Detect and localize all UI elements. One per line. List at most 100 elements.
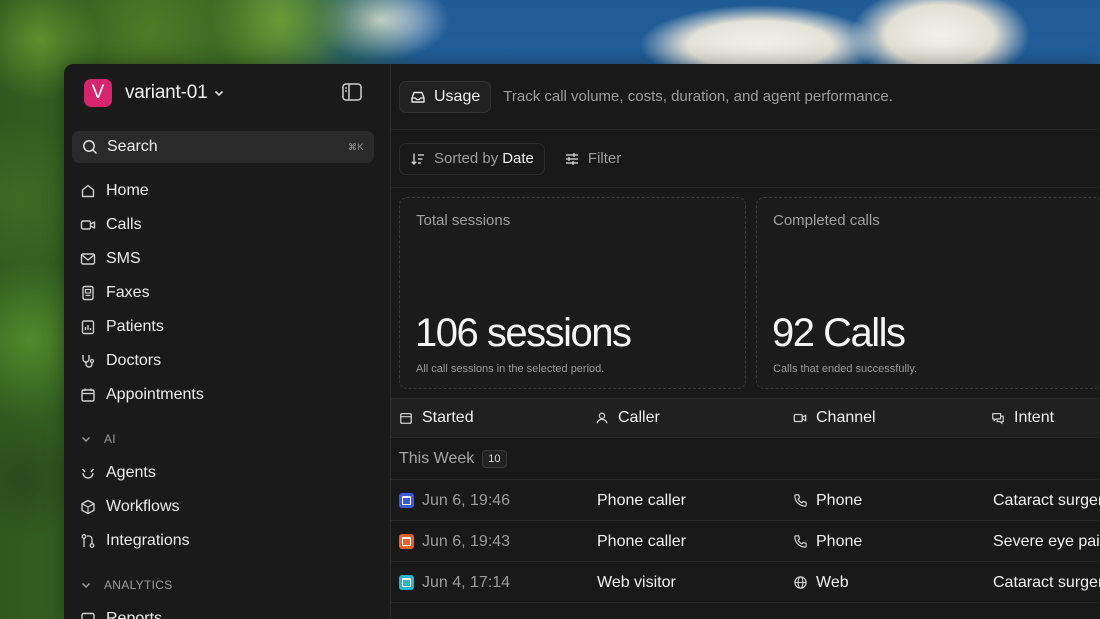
section-title: AI — [104, 432, 116, 446]
card-title: Completed calls — [773, 212, 880, 229]
card-subtitle: Calls that ended successfully. — [773, 363, 918, 375]
sidebar-item-label: Home — [106, 182, 149, 199]
column-label: Started — [422, 409, 474, 426]
phone-icon — [794, 494, 807, 507]
integration-icon — [81, 534, 95, 548]
usage-tab-label: Usage — [434, 87, 481, 105]
column-channel[interactable]: Channel — [793, 409, 876, 427]
sort-button[interactable]: Sorted by Date — [399, 142, 545, 175]
sidebar-item-reports[interactable]: Reports — [80, 602, 376, 619]
column-intent[interactable]: Intent — [991, 409, 1054, 427]
caller-value: Web visitor — [597, 573, 676, 591]
search-input[interactable]: Search ⌘K — [72, 131, 374, 163]
search-label: Search — [107, 138, 158, 155]
column-started[interactable]: Started — [399, 409, 474, 427]
calendar-badge-icon — [399, 534, 414, 549]
phone-icon — [794, 535, 807, 548]
search-icon — [83, 140, 98, 155]
workspace-logo: V — [84, 79, 112, 107]
chevron-down-icon — [81, 436, 91, 443]
clipboard-icon — [81, 320, 95, 335]
sidebar-item-appointments[interactable]: Appointments — [80, 378, 376, 412]
channel-value: Phone — [816, 491, 863, 509]
stethoscope-icon — [82, 355, 95, 368]
section-title: ANALYTICS — [104, 578, 173, 592]
sidebar-item-label: Faxes — [106, 284, 150, 301]
section-ai-toggle[interactable]: AI — [80, 422, 376, 456]
mail-icon — [80, 253, 96, 265]
calendar-icon — [81, 388, 95, 402]
column-label: Intent — [1014, 409, 1055, 426]
report-icon — [81, 612, 95, 619]
sidebar-item-label: Calls — [106, 216, 142, 233]
sidebar-item-label: Doctors — [106, 352, 162, 369]
calendar-badge-icon — [399, 493, 414, 508]
sidebar-item-label: Appointments — [106, 386, 204, 403]
video-icon — [793, 413, 807, 423]
toolbar: Sorted by Date Filter — [391, 130, 1100, 188]
caller-value: Phone caller — [597, 491, 686, 509]
column-label: Channel — [816, 409, 876, 426]
filter-label: Filter — [587, 150, 622, 167]
sidebar-item-workflows[interactable]: Workflows — [80, 490, 376, 524]
page-description: Track call volume, costs, duration, and … — [503, 88, 893, 105]
cell-channel: Web — [793, 562, 849, 603]
table-row[interactable]: Jun 4, 17:14 Web visitor Web Cataract su… — [391, 562, 1100, 603]
sidebar-item-label: Integrations — [106, 532, 190, 549]
sidebar-item-label: SMS — [106, 250, 141, 267]
group-header-this-week[interactable]: This Week 10 — [391, 438, 1100, 480]
calendar-badge-icon — [399, 575, 414, 590]
column-label: Caller — [618, 409, 660, 426]
sidebar: V variant-01 Search ⌘K Home Calls SMS Fa… — [64, 64, 390, 619]
agent-icon — [81, 468, 95, 479]
started-value: Jun 6, 19:43 — [422, 532, 511, 550]
cell-started: Jun 4, 17:14 — [399, 562, 510, 603]
sidebar-item-calls[interactable]: Calls — [80, 208, 376, 242]
channel-value: Phone — [816, 532, 863, 550]
sidebar-item-home[interactable]: Home — [80, 174, 376, 208]
sidebar-item-agents[interactable]: Agents — [80, 456, 376, 490]
stats-cards: Total sessions 106 sessions All call ses… — [399, 197, 1100, 389]
video-icon — [80, 220, 96, 230]
sidebar-item-faxes[interactable]: Faxes — [80, 276, 376, 310]
started-value: Jun 4, 17:14 — [422, 573, 511, 591]
chat-icon — [992, 413, 1004, 425]
fax-icon — [82, 285, 94, 301]
filter-icon — [565, 152, 578, 165]
started-value: Jun 6, 19:46 — [422, 491, 511, 509]
sidebar-item-doctors[interactable]: Doctors — [80, 344, 376, 378]
chevron-down-icon — [81, 582, 91, 589]
filter-button[interactable]: Filter — [553, 143, 632, 175]
stat-card-total-sessions: Total sessions 106 sessions All call ses… — [399, 197, 746, 389]
sidebar-nav: Home Calls SMS Faxes Patients Doctors Ap… — [80, 174, 376, 619]
globe-icon — [794, 576, 807, 589]
workspace-name: variant-01 — [125, 82, 208, 103]
chevron-down-icon — [214, 90, 223, 97]
intent-value: Cataract surgery — [993, 491, 1100, 509]
column-caller[interactable]: Caller — [595, 409, 660, 427]
section-analytics-toggle[interactable]: ANALYTICS — [80, 568, 376, 602]
workspace-switcher[interactable]: V variant-01 — [84, 79, 225, 107]
channel-value: Web — [816, 573, 849, 591]
inbox-icon — [411, 91, 425, 103]
cube-icon — [81, 499, 95, 515]
group-count-badge: 10 — [482, 449, 507, 468]
intent-value: Cataract surgery — [993, 573, 1100, 591]
sidebar-item-label: Agents — [106, 464, 156, 481]
home-icon — [81, 184, 95, 198]
page-header: Usage Track call volume, costs, duration… — [391, 64, 1100, 130]
sidebar-item-label: Patients — [106, 318, 164, 335]
sidebar-toggle-icon[interactable] — [342, 83, 362, 101]
sidebar-item-patients[interactable]: Patients — [80, 310, 376, 344]
group-label: This Week — [399, 449, 475, 467]
table-row[interactable]: Jun 6, 19:46 Phone caller Phone Cataract… — [391, 480, 1100, 521]
sidebar-item-label: Reports — [106, 610, 163, 619]
table-row[interactable]: Jun 6, 19:43 Phone caller Phone Severe e… — [391, 521, 1100, 562]
sidebar-item-sms[interactable]: SMS — [80, 242, 376, 276]
sidebar-item-label: Workflows — [106, 498, 180, 515]
app-window: V variant-01 Search ⌘K Home Calls SMS Fa… — [64, 64, 1100, 619]
sidebar-item-integrations[interactable]: Integrations — [80, 524, 376, 558]
sort-icon — [411, 153, 424, 165]
usage-tab[interactable]: Usage — [399, 80, 492, 113]
sort-prefix: Sorted by — [434, 150, 499, 167]
